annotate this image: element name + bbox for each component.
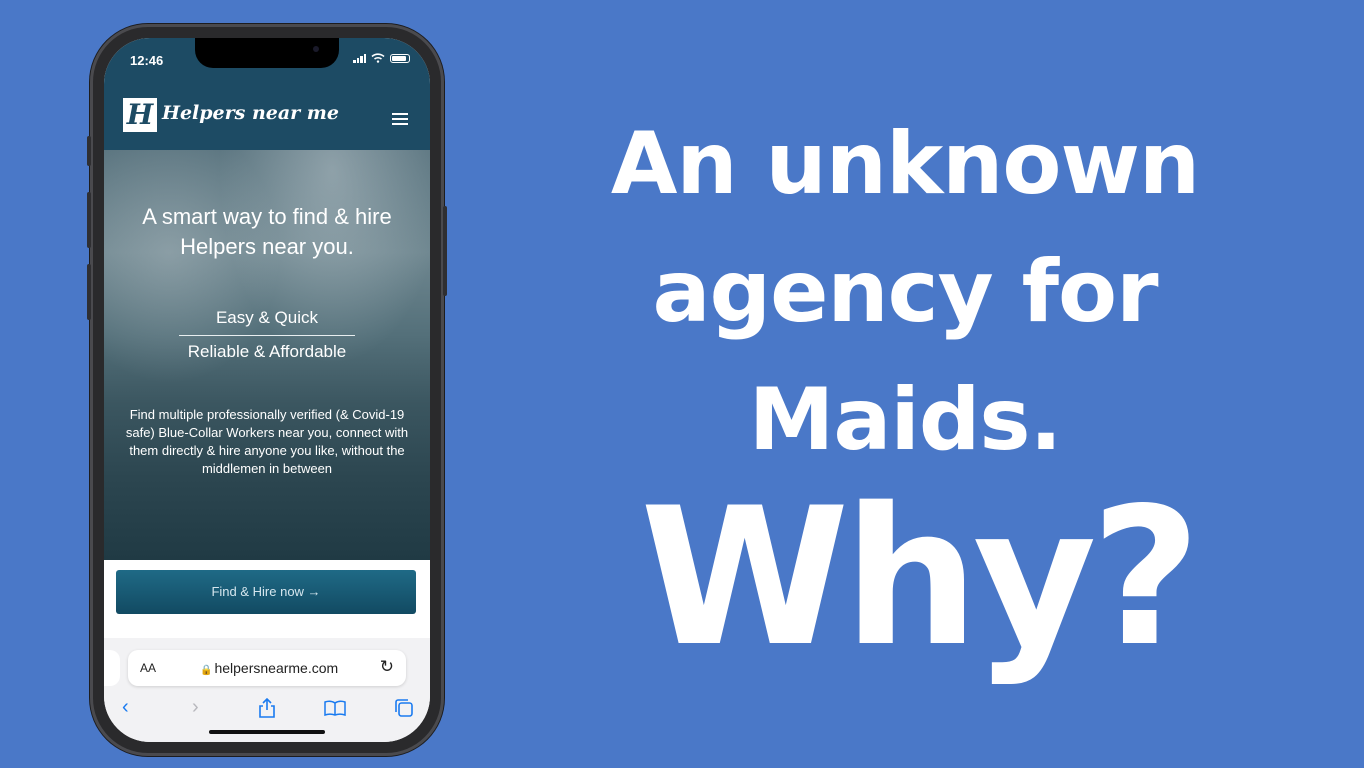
safari-bottom-bar: AA 🔒 helpersnearme.com ↻ ‹ › — [104, 638, 430, 742]
tagline-reliable-affordable: Reliable & Affordable — [187, 342, 347, 361]
status-time: 12:46 — [130, 53, 164, 68]
share-icon[interactable] — [258, 698, 276, 718]
previous-tab-peek[interactable] — [104, 650, 120, 686]
battery-icon — [390, 53, 410, 63]
logo-text[interactable]: Helpers near me — [162, 102, 339, 124]
silent-switch — [87, 136, 91, 166]
url-value: helpersnearme.com — [214, 660, 339, 676]
browser-toolbar: ‹ › — [104, 696, 430, 726]
menu-icon[interactable] — [392, 113, 408, 128]
home-indicator[interactable] — [209, 730, 325, 734]
address-bar[interactable]: AA 🔒 helpersnearme.com ↻ — [128, 650, 406, 686]
find-hire-button[interactable]: Find & Hire now → — [116, 570, 416, 614]
status-icons — [353, 53, 410, 63]
logo-mark[interactable]: H — [123, 98, 157, 132]
divider — [179, 335, 355, 336]
why-text: Why? — [640, 467, 1201, 688]
tabs-icon[interactable] — [394, 698, 414, 718]
volume-down-button — [87, 264, 91, 320]
phone: 12:46 H Helpers near me A smart way to f… — [87, 24, 447, 756]
camera — [313, 46, 319, 52]
reload-icon[interactable]: ↻ — [380, 657, 394, 677]
notch — [195, 38, 339, 68]
url-text[interactable]: 🔒 helpersnearme.com — [200, 660, 338, 676]
wifi-icon — [371, 53, 385, 63]
headline: An unknown agency for Maids. — [500, 100, 1310, 484]
headline-line-1: An unknown — [610, 114, 1200, 214]
headline-line-2: agency for Maids. — [652, 242, 1158, 470]
tagline-easy-quick: Easy & Quick — [215, 308, 319, 327]
forward-icon[interactable]: › — [192, 696, 199, 719]
cellular-signal-icon — [353, 53, 366, 63]
lock-icon: 🔒 — [200, 665, 213, 676]
site-navbar: H Helpers near me — [104, 82, 430, 150]
hero-description: Find multiple professionally verified (&… — [125, 407, 409, 476]
volume-up-button — [87, 192, 91, 248]
power-button — [443, 206, 447, 296]
cta-area: Find & Hire Find & Hire now → — [104, 560, 430, 650]
bookmarks-icon[interactable] — [324, 700, 346, 716]
phone-screen: 12:46 H Helpers near me A smart way to f… — [104, 38, 430, 742]
text-size-button[interactable]: AA — [140, 661, 156, 675]
hero-title: A smart way to find & hire Helpers near … — [142, 204, 392, 259]
back-icon[interactable]: ‹ — [122, 696, 129, 719]
hero-section: A smart way to find & hire Helpers near … — [104, 150, 430, 560]
